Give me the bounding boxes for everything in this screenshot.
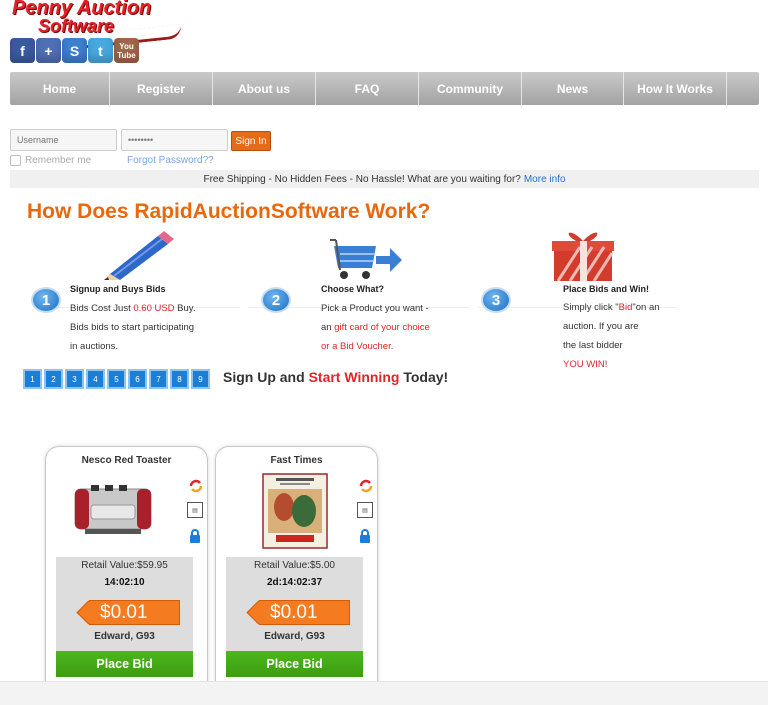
price-value: $0.01	[270, 601, 318, 623]
page-button[interactable]: 1	[23, 369, 42, 389]
details-icon[interactable]: ▤	[357, 502, 373, 518]
step-3-you-win: YOU WIN!	[563, 359, 608, 370]
page-button[interactable]: 7	[149, 369, 168, 389]
step-2-line: an	[321, 322, 335, 333]
last-bidder: Edward, G93	[264, 631, 325, 642]
current-price: $0.01	[259, 600, 350, 625]
youtube-icon[interactable]: You Tube	[114, 38, 139, 63]
countdown-timer: 14:02:10	[104, 577, 145, 588]
step-3-heading: Place Bids and Win!	[563, 284, 649, 294]
step-1-line: Bids bids to start participating	[70, 322, 195, 333]
step-1-line: Buy.	[174, 303, 196, 314]
nav-community[interactable]: Community	[419, 72, 522, 105]
step-2-number: 2	[261, 287, 291, 313]
stumbleupon-icon[interactable]: S	[62, 38, 87, 63]
nav-news[interactable]: News	[522, 72, 624, 105]
step-3-number: 3	[481, 287, 511, 313]
nav-filler	[727, 72, 759, 105]
refresh-icon[interactable]	[359, 479, 373, 493]
step-3-line: the last bidder	[563, 340, 623, 351]
product-title[interactable]: Fast Times	[216, 455, 377, 466]
shopping-cart-icon	[330, 239, 402, 279]
nav-about-us[interactable]: About us	[213, 72, 316, 105]
countdown-timer: 2d:14:02:37	[266, 577, 323, 588]
lock-icon[interactable]	[358, 529, 372, 543]
forgot-password-link[interactable]: Forgot Password??	[127, 155, 214, 166]
step-3-line: Simply click "	[563, 302, 619, 313]
nav-home[interactable]: Home	[10, 72, 110, 105]
more-info-link[interactable]: More info	[524, 174, 566, 185]
auction-card: Fast Times ▤ Retail Value:$5.00 2d:14:02…	[215, 446, 378, 686]
step-2-line: or a Bid Voucher.	[321, 341, 394, 352]
sign-in-button[interactable]: Sign In	[231, 131, 271, 151]
place-bid-button[interactable]: Place Bid	[56, 651, 193, 677]
step-3-line: "on an	[632, 302, 660, 313]
step-1-heading: Signup and Buys Bids	[70, 284, 166, 294]
username-input[interactable]	[10, 129, 117, 151]
nav-register[interactable]: Register	[110, 72, 213, 105]
social-links: f + S t You Tube	[10, 38, 139, 63]
retail-value: Retail Value:$59.95	[81, 560, 168, 571]
twitter-icon[interactable]: t	[88, 38, 113, 63]
google-plus-icon[interactable]: +	[36, 38, 61, 63]
nav-faq[interactable]: FAQ	[316, 72, 419, 105]
main-nav: Home Register About us FAQ Community New…	[10, 72, 759, 105]
step-1-price: 0.60 USD	[133, 303, 175, 314]
details-icon[interactable]: ▤	[187, 502, 203, 518]
remember-me[interactable]: Remember me	[10, 155, 91, 166]
signup-pre: Sign Up and	[223, 369, 309, 385]
step-3-line: auction. If you are	[563, 321, 639, 332]
pencil-icon	[104, 231, 174, 280]
signup-highlight: Start Winning	[308, 369, 400, 385]
how-it-works-title: How Does RapidAuctionSoftware Work?	[27, 200, 431, 223]
facebook-icon[interactable]: f	[10, 38, 35, 63]
page-button[interactable]: 3	[65, 369, 84, 389]
refresh-icon[interactable]	[189, 479, 203, 493]
step-3-bid-word: Bid	[618, 302, 633, 313]
page-button[interactable]: 8	[170, 369, 189, 389]
page-button[interactable]: 9	[191, 369, 210, 389]
password-input[interactable]	[121, 129, 228, 151]
movie-poster-image[interactable]	[262, 473, 328, 549]
page-button[interactable]: 4	[86, 369, 105, 389]
auction-card: Nesco Red Toaster ▤ Retail Value:$59.95 …	[45, 446, 208, 686]
pagination: 1 2 3 4 5 6 7 8 9	[23, 369, 210, 389]
step-2-line: Pick a Product you want -	[321, 303, 429, 314]
page-button[interactable]: 6	[128, 369, 147, 389]
page-button[interactable]: 5	[107, 369, 126, 389]
current-price: $0.01	[89, 600, 180, 625]
step-1-line: Bids Cost Just	[70, 303, 134, 314]
step-1-line: in auctions.	[70, 341, 119, 352]
shipping-text: Free Shipping - No Hidden Fees - No Hass…	[203, 173, 521, 185]
place-bid-button[interactable]: Place Bid	[226, 651, 363, 677]
gift-box-icon	[552, 232, 614, 281]
nav-how-it-works[interactable]: How It Works	[624, 72, 727, 105]
signup-post: Today!	[399, 369, 449, 385]
toaster-image[interactable]	[71, 479, 155, 537]
footer-bar	[0, 681, 768, 705]
auction-info-panel: Retail Value:$5.00 2d:14:02:37 $0.01 Edw…	[226, 557, 363, 651]
auction-info-panel: Retail Value:$59.95 14:02:10 $0.01 Edwar…	[56, 557, 193, 651]
retail-value: Retail Value:$5.00	[254, 560, 335, 571]
last-bidder: Edward, G93	[94, 631, 155, 642]
step-3-text: Simply click "Bid"on an auction. If you …	[563, 298, 660, 374]
step-2-text: Pick a Product you want - an gift card o…	[321, 299, 430, 356]
step-2-gift-card: gift card of your choice	[334, 322, 430, 333]
page-button[interactable]: 2	[44, 369, 63, 389]
product-title[interactable]: Nesco Red Toaster	[46, 455, 207, 466]
step-1-text: Bids Cost Just 0.60 USD Buy. Bids bids t…	[70, 299, 196, 356]
lock-icon[interactable]	[188, 529, 202, 543]
remember-label: Remember me	[25, 155, 92, 166]
remember-checkbox[interactable]	[10, 155, 21, 166]
step-1-number: 1	[31, 287, 61, 313]
shipping-banner: Free Shipping - No Hidden Fees - No Hass…	[10, 170, 759, 188]
signup-tagline: Sign Up and Start Winning Today!	[223, 369, 448, 385]
step-2-heading: Choose What?	[321, 284, 384, 294]
price-value: $0.01	[100, 601, 148, 623]
